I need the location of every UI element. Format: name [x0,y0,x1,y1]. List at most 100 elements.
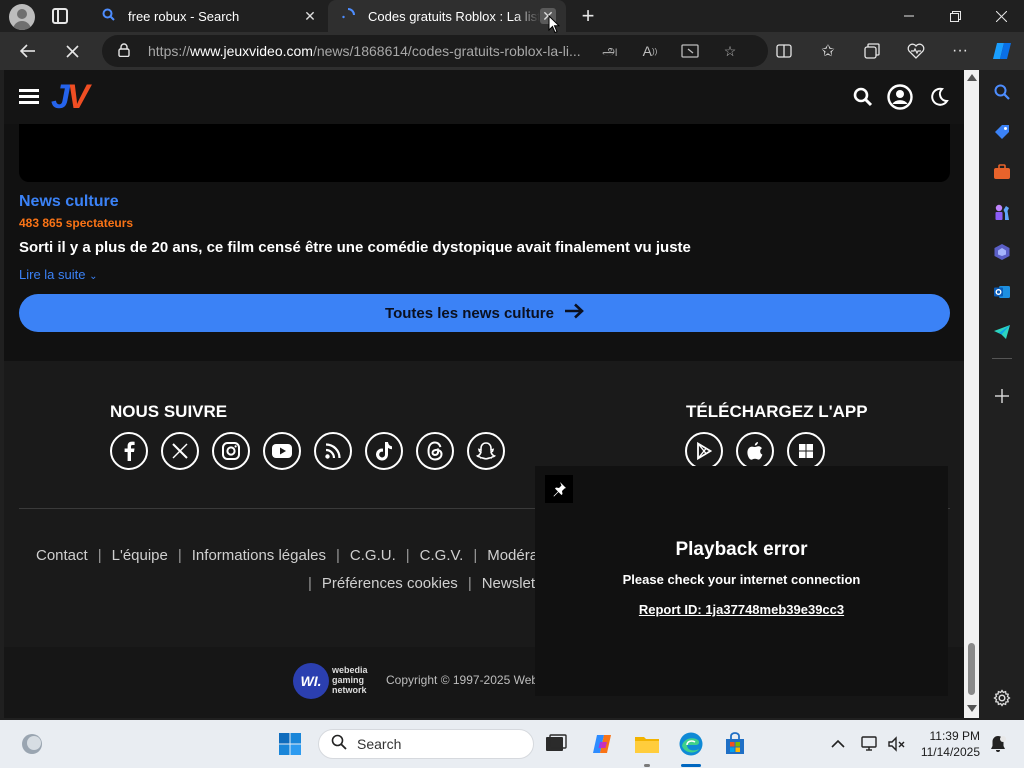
translate-icon[interactable]: அ [600,41,620,61]
facebook-icon[interactable] [110,432,148,470]
footer-link-newsletter[interactable]: Newslet [482,575,535,592]
google-play-icon[interactable] [685,432,723,470]
split-screen-icon[interactable] [772,39,796,63]
footer-link-cgu[interactable]: C.G.U. [350,547,396,564]
footer-link-contact[interactable]: Contact [36,547,88,564]
new-tab-button[interactable]: + [578,4,598,28]
read-aloud-icon[interactable]: A)) [640,41,660,61]
edge-browser-icon[interactable] [675,728,707,760]
browser-toolbar: https://www.jeuxvideo.com/news/1868614/c… [0,32,1024,70]
scrollbar-thumb[interactable] [968,643,975,695]
collections-icon[interactable] [860,39,884,63]
mouse-cursor-icon [548,14,561,34]
windows-taskbar: Search 11:39 PM 11/14/2025 [0,720,1024,768]
tab-search[interactable]: free robux - Search ✕ [88,0,328,32]
youtube-icon[interactable] [263,432,301,470]
chevron-down-icon: ⌄ [89,271,98,282]
tiktok-icon[interactable] [365,432,403,470]
search-icon [331,734,347,754]
separator: | [308,575,312,592]
footer-link-cgv[interactable]: C.G.V. [420,547,464,564]
scroll-down-arrow-icon[interactable] [967,705,977,712]
add-sidebar-app-icon[interactable] [990,384,1014,408]
shopping-tag-icon[interactable] [990,120,1014,144]
weather-widget-icon[interactable] [16,728,48,760]
dark-mode-moon-icon[interactable] [926,84,952,110]
close-window-button[interactable] [978,0,1024,32]
copilot-taskbar-icon[interactable] [586,728,618,760]
scroll-up-arrow-icon[interactable] [967,74,977,81]
favorites-icon[interactable]: ✩ [816,39,840,63]
footer-link-cookies[interactable]: Préférences cookies [322,575,458,592]
news-category[interactable]: News culture [19,193,119,211]
read-more-link[interactable]: Lire la suite ⌄ [19,267,98,282]
news-section: News culture 483 865 spectateurs Sorti i… [4,124,964,362]
video-player-popup[interactable]: Playback error Please check your interne… [535,466,948,696]
snapchat-icon[interactable] [467,432,505,470]
menu-icon[interactable] [19,89,39,104]
site-header: JV [4,70,964,124]
news-views: 483 865 spectateurs [19,216,134,230]
profile-avatar[interactable] [9,4,35,30]
sidebar-search-icon[interactable] [990,80,1014,104]
system-clock[interactable]: 11:39 PM 11/14/2025 [908,728,980,760]
task-view-icon[interactable] [540,728,572,760]
app-heading: TÉLÉCHARGEZ L'APP [686,402,868,421]
news-title[interactable]: Sorti il y a plus de 20 ans, ce film cen… [19,239,691,256]
show-hidden-icons-chevron-icon[interactable] [822,728,854,760]
clock-date: 11/14/2025 [920,745,980,759]
account-icon[interactable] [887,84,913,110]
footer-link-legal[interactable]: Informations légales [192,547,326,564]
separator: | [177,547,182,564]
restore-button[interactable] [932,0,978,32]
more-menu-icon[interactable]: ··· [948,39,972,63]
send-telegram-icon[interactable] [990,320,1014,344]
footer-link-team[interactable]: L'équipe [112,547,168,564]
copyright: Copyright © 1997-2025 Web [386,673,539,687]
jv-logo[interactable]: JV [51,80,90,114]
instagram-icon[interactable] [212,432,250,470]
tab-actions-icon[interactable] [52,8,68,24]
url-text[interactable]: https://www.jeuxvideo.com/news/1868614/c… [148,43,588,59]
games-chess-icon[interactable] [990,200,1014,224]
tools-briefcase-icon[interactable] [990,160,1014,184]
separator: | [336,547,340,564]
copilot-icon[interactable] [990,39,1014,63]
search-icon[interactable] [850,84,876,110]
app-available-icon[interactable] [680,41,700,61]
windows-store-icon[interactable] [787,432,825,470]
separator: | [473,547,478,564]
page-scrollbar[interactable] [964,70,979,718]
lock-icon[interactable] [118,42,132,60]
footer-link-moderation[interactable]: Modérat [487,547,542,564]
pin-icon[interactable] [545,475,573,503]
clock-time: 11:39 PM [929,729,980,743]
stop-loading-button[interactable] [60,39,84,63]
threads-icon[interactable] [416,432,454,470]
address-bar[interactable]: https://www.jeuxvideo.com/news/1868614/c… [102,35,768,67]
file-explorer-icon[interactable] [631,728,663,760]
favorite-star-icon[interactable]: ☆ [720,41,740,61]
microsoft-store-icon[interactable] [719,728,751,760]
minimize-button[interactable] [886,0,932,32]
x-twitter-icon[interactable] [161,432,199,470]
settings-gear-icon[interactable] [990,686,1014,710]
all-news-button[interactable]: Toutes les news culture [19,294,950,332]
report-id-link[interactable]: Report ID: 1ja37748meb39e39cc3 [535,602,948,617]
footer-links-row-2: | Préférences cookies | Newslet [4,575,564,592]
webedia-gaming-network-label: webedia gaming network [332,665,368,695]
microsoft-365-icon[interactable] [990,240,1014,264]
back-button[interactable] [16,39,40,63]
edge-sidebar [980,70,1024,720]
windows-start-icon[interactable] [274,728,306,760]
tab-roblox-codes[interactable]: Codes gratuits Roblox : La liste d ✕ [328,0,566,32]
rss-icon[interactable] [314,432,352,470]
close-tab-icon[interactable]: ✕ [302,8,318,24]
webedia-logo[interactable]: WI. [293,663,329,699]
taskbar-search[interactable]: Search [318,729,534,759]
browser-essentials-icon[interactable] [904,39,928,63]
notifications-bell-icon[interactable] [982,728,1014,760]
tab-title: free robux - Search [128,8,240,24]
outlook-icon[interactable] [990,280,1014,304]
apple-icon[interactable] [736,432,774,470]
